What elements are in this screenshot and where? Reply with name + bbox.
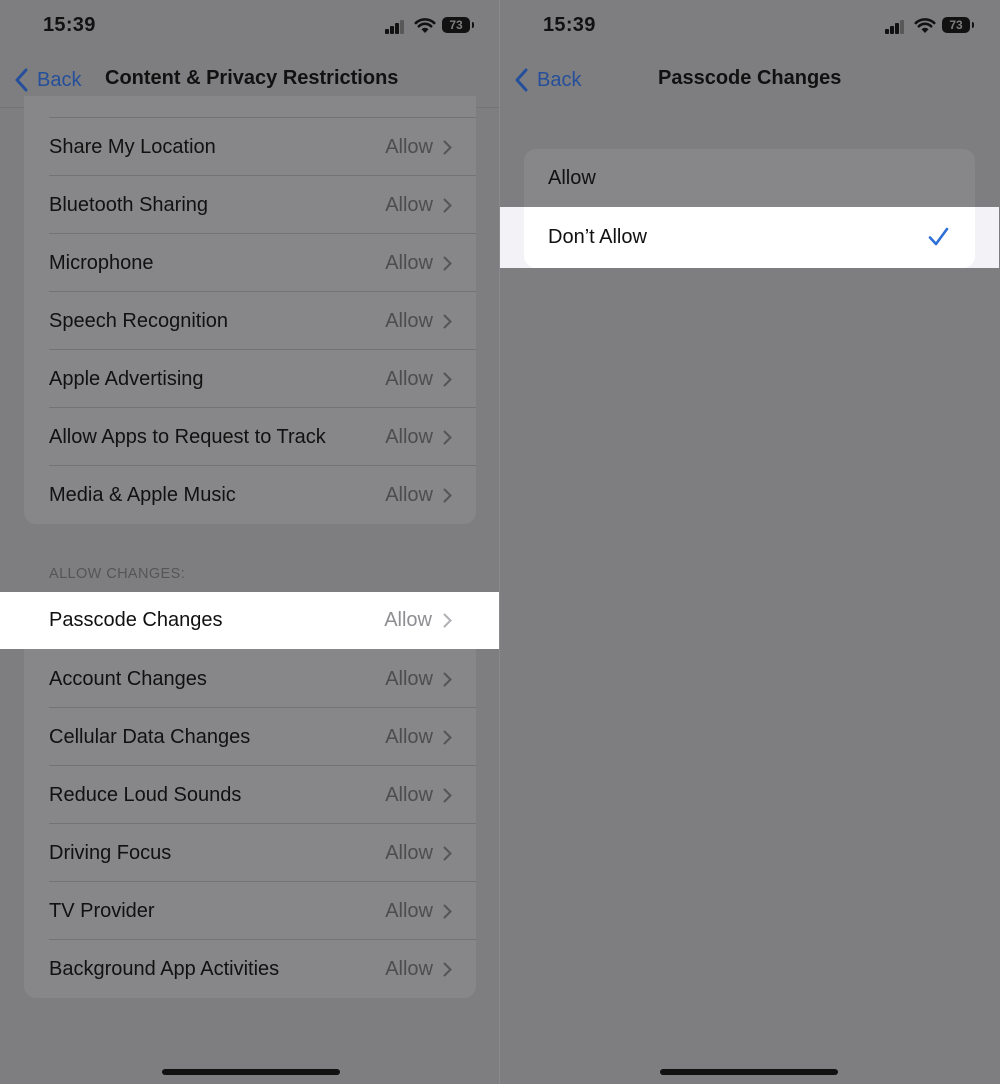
item-label: Microphone [49, 252, 154, 274]
item-label: TV Provider [49, 900, 155, 922]
wifi-icon [914, 18, 936, 33]
list-item[interactable]: Reduce Loud Sounds Allow [24, 766, 476, 824]
option-allow[interactable]: Allow [524, 149, 975, 207]
list-item[interactable]: Apple Advertising Allow [24, 350, 476, 408]
item-label: Bluetooth Sharing [49, 194, 209, 216]
item-value: Allow [385, 784, 433, 806]
item-value: Allow [385, 484, 433, 506]
list-item[interactable]: Bluetooth Sharing Allow [24, 176, 476, 234]
chevron-right-icon [443, 613, 452, 628]
item-value: Allow [385, 958, 433, 980]
option-label: Don’t Allow [548, 226, 647, 248]
chevron-right-icon [443, 256, 452, 271]
status-time: 15:39 [43, 14, 96, 36]
item-value: Allow [385, 726, 433, 748]
chevron-right-icon [443, 788, 452, 803]
list-item[interactable]: TV Provider Allow [24, 882, 476, 940]
item-value: Allow [384, 609, 432, 631]
chevron-right-icon [443, 904, 452, 919]
home-indicator[interactable] [660, 1069, 838, 1075]
chevron-right-icon [443, 372, 452, 387]
item-value: Allow [385, 668, 433, 690]
chevron-right-icon [443, 198, 452, 213]
item-label: Driving Focus [49, 842, 172, 864]
chevron-right-icon [443, 488, 452, 503]
item-label: Media & Apple Music [49, 484, 236, 506]
wifi-icon [414, 18, 436, 33]
option-dont-allow[interactable]: Don’t Allow [500, 207, 999, 268]
list-item[interactable]: Speech Recognition Allow [24, 292, 476, 350]
chevron-right-icon [443, 314, 452, 329]
section-header: ALLOW CHANGES: [49, 566, 186, 582]
navigation-bar: Back Passcode Changes [500, 52, 999, 107]
list-item[interactable]: Microphone Allow [24, 234, 476, 292]
list-item[interactable]: Share My Location Allow [24, 118, 476, 176]
list-item[interactable]: Media & Apple Music Allow [24, 466, 476, 524]
back-label: Back [37, 68, 82, 91]
cellular-signal-icon [885, 20, 907, 34]
item-value: Allow [385, 136, 433, 158]
chevron-right-icon [443, 672, 452, 687]
status-bar: 15:39 73 [500, 0, 999, 52]
option-label: Allow [548, 167, 596, 189]
passcode-changes-screen: 15:39 73 Back Passcode Changes Allow Don… [500, 0, 999, 1084]
battery-icon: 73 [442, 17, 474, 33]
back-button[interactable]: Back [514, 65, 581, 95]
list-item[interactable]: Allow Apps to Request to Track Allow [24, 408, 476, 466]
chevron-left-icon [515, 68, 528, 92]
item-value: Allow [385, 842, 433, 864]
item-value: Allow [385, 252, 433, 274]
battery-icon: 73 [942, 17, 974, 33]
item-value: Allow [385, 426, 433, 448]
privacy-settings-list: Share My Location Allow Bluetooth Sharin… [24, 96, 476, 524]
item-value: Allow [385, 194, 433, 216]
cellular-signal-icon [385, 20, 407, 34]
status-time: 15:39 [543, 14, 596, 36]
back-button[interactable]: Back [14, 65, 81, 95]
back-label: Back [537, 68, 582, 91]
home-indicator[interactable] [162, 1069, 340, 1075]
list-item[interactable]: Background App Activities Allow [24, 940, 476, 998]
item-label: Speech Recognition [49, 310, 229, 332]
content-privacy-screen: 15:39 73 Back Content & Privacy Restrict… [0, 0, 499, 1084]
chevron-right-icon [443, 962, 452, 977]
item-label: Cellular Data Changes [49, 726, 251, 748]
chevron-right-icon [443, 430, 452, 445]
status-bar: 15:39 73 [0, 0, 499, 52]
item-value: Allow [385, 310, 433, 332]
item-label: Account Changes [49, 668, 207, 690]
item-label: Reduce Loud Sounds [49, 784, 242, 806]
page-title: Content & Privacy Restrictions [105, 67, 399, 89]
option-cell: Don’t Allow [524, 207, 975, 268]
list-item[interactable]: Driving Focus Allow [24, 824, 476, 882]
item-label: Apple Advertising [49, 368, 204, 390]
list-item[interactable]: Cellular Data Changes Allow [24, 708, 476, 766]
chevron-left-icon [15, 68, 28, 92]
chevron-right-icon [443, 730, 452, 745]
item-value: Allow [385, 368, 433, 390]
checkmark-icon [928, 227, 949, 246]
passcode-changes-row[interactable]: Passcode Changes Allow [0, 592, 499, 649]
item-label: Passcode Changes [49, 609, 223, 631]
list-item[interactable]: Account Changes Allow [24, 650, 476, 708]
item-label: Background App Activities [49, 958, 280, 980]
chevron-right-icon [443, 846, 452, 861]
allow-changes-list: Account Changes Allow Cellular Data Chan… [24, 592, 476, 998]
page-title: Passcode Changes [658, 67, 842, 89]
item-value: Allow [385, 900, 433, 922]
item-label: Allow Apps to Request to Track [49, 426, 326, 448]
item-label: Share My Location [49, 136, 216, 158]
chevron-right-icon [443, 140, 452, 155]
